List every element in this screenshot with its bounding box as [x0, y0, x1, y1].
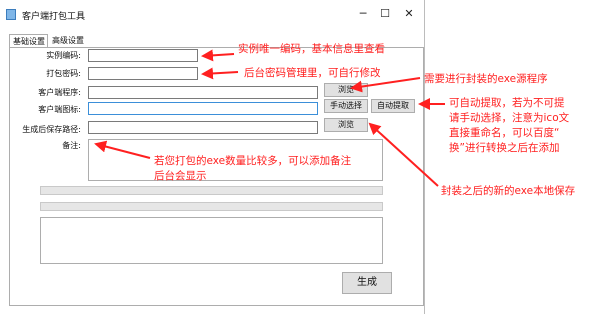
arrow-remark: [94, 140, 151, 159]
annotation-icon-line-1: 可自动提取，若为不可提: [449, 97, 565, 109]
annotation-icon-line-3: 直接重命名，可以百度“: [449, 127, 560, 139]
annotation-icon-line-4: 换”进行转换之后在添加: [449, 142, 560, 154]
annotation-instance-code: 实例唯一编码，基本信息里查看: [238, 43, 385, 55]
annotation-remark-line-2: 后台会显示: [154, 170, 207, 182]
arrow-save-path: [368, 122, 439, 187]
annotation-icon: 可自动提取，若为不可提 请手动选择，注意为ico文 直接重命名，可以百度“ 换”…: [449, 96, 569, 156]
annotation-save-path: 封装之后的新的exe本地保存: [441, 185, 576, 197]
annotation-remark: 若您打包的exe数量比较多，可以添加备注 后台会显示: [154, 154, 351, 184]
annotation-icon-line-2: 请手动选择，注意为ico文: [449, 112, 570, 124]
arrow-instance-code: [201, 49, 235, 62]
annotation-remark-line-1: 若您打包的exe数量比较多，可以添加备注: [154, 155, 352, 167]
annotation-program: 需要进行封装的exe源程序: [424, 73, 548, 85]
annotation-password: 后台密码管理里，可自行修改: [244, 67, 381, 79]
arrow-password: [201, 67, 239, 80]
